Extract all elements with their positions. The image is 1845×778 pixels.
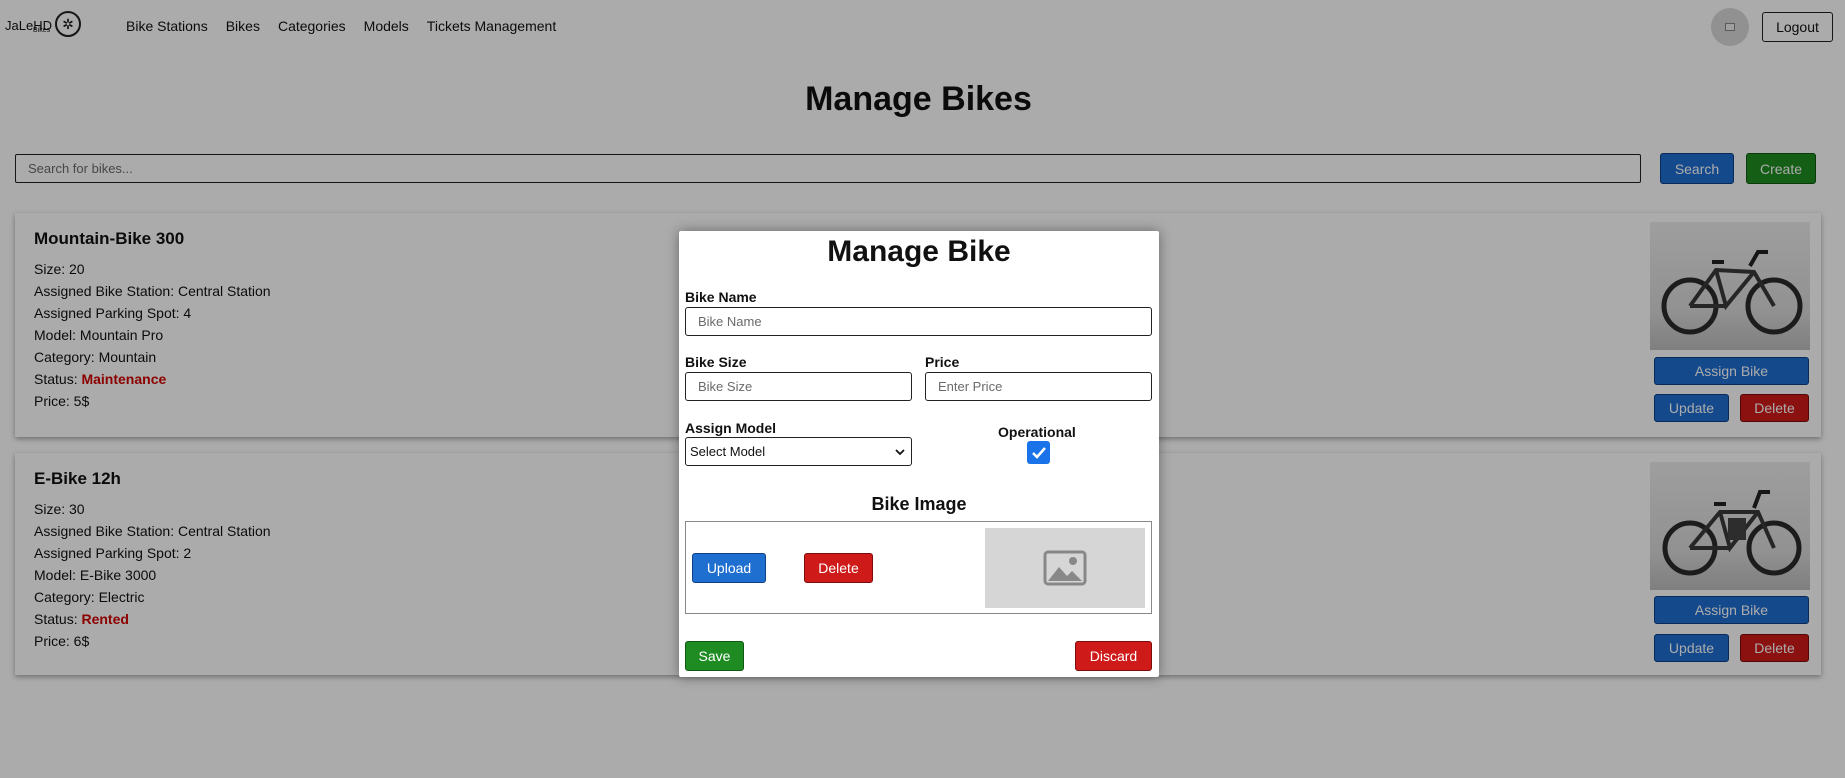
checkmark-icon: [1031, 446, 1046, 459]
save-button[interactable]: Save: [685, 641, 744, 671]
upload-button[interactable]: Upload: [692, 553, 766, 583]
operational-label: Operational: [998, 424, 1076, 440]
bike-size-input[interactable]: [685, 372, 912, 401]
image-placeholder-icon: [1043, 550, 1087, 586]
model-select[interactable]: Select Model: [685, 437, 912, 466]
chevron-down-icon: [895, 444, 905, 459]
discard-button[interactable]: Discard: [1075, 641, 1152, 671]
bike-name-label: Bike Name: [685, 289, 757, 305]
image-delete-button[interactable]: Delete: [804, 553, 873, 583]
bike-name-input[interactable]: [685, 307, 1152, 336]
price-label: Price: [925, 354, 960, 370]
image-preview: [985, 528, 1145, 608]
price-input[interactable]: [925, 372, 1152, 401]
operational-checkbox[interactable]: [1027, 441, 1050, 464]
bike-image-title: Bike Image: [871, 494, 967, 514]
bike-size-label: Bike Size: [685, 354, 747, 370]
model-select-value: Select Model: [690, 444, 766, 459]
assign-model-label: Assign Model: [685, 420, 777, 436]
manage-bike-modal: Manage Bike Bike Name Bike Size Price As…: [679, 231, 1159, 677]
modal-title: Manage Bike: [827, 235, 1011, 268]
bike-image-box: Upload Delete: [685, 521, 1152, 614]
